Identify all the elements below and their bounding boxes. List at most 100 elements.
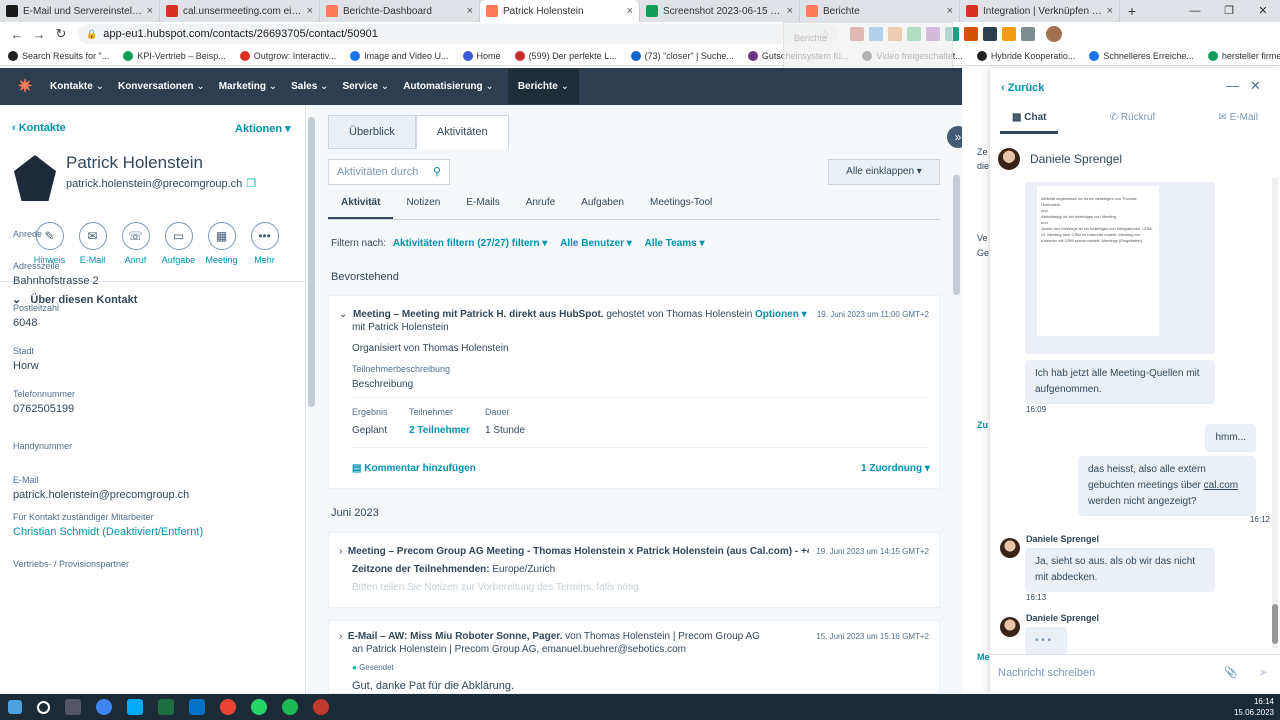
quick-action-email[interactable]: ✉ E-Mail	[71, 222, 114, 265]
filter-teams[interactable]: Alle Teams ▾	[645, 238, 705, 249]
close-icon[interactable]: ✕	[1250, 78, 1261, 94]
close-icon[interactable]: ✕	[1246, 0, 1280, 22]
filter-users[interactable]: Alle Benutzer ▾	[560, 238, 632, 249]
url-field[interactable]: 🔒 app-eu1.hubspot.com/contacts/26693705/…	[78, 24, 838, 44]
association-dropdown[interactable]: 1 Zuordnung ▾	[861, 462, 930, 476]
subtab[interactable]: Aufgaben	[568, 197, 637, 219]
field-value[interactable]: Bahnhofstrasse 2	[13, 275, 99, 287]
minimize-icon[interactable]: —	[1178, 0, 1212, 22]
tab-activities[interactable]: Aktivitäten	[415, 115, 509, 149]
bookmark-item[interactable]: (599) Der perfekte L...	[514, 50, 617, 61]
more-icon[interactable]: •••	[250, 222, 279, 250]
tab-close-icon[interactable]: ×	[467, 5, 473, 17]
chat-image-attachment[interactable]: Aktivität zugewiesen an ist ein beliebig…	[1025, 182, 1215, 354]
attachment-icon[interactable]: 📎	[1224, 666, 1238, 679]
tab-callback[interactable]: ✆ Rückruf	[1098, 112, 1168, 134]
nav-item-kontakte[interactable]: Kontakte ⌄	[50, 81, 104, 92]
actions-dropdown[interactable]: Aktionen ▾	[235, 122, 291, 135]
chrome-active-icon[interactable]	[220, 699, 236, 715]
chat-scrollbar[interactable]	[1272, 178, 1278, 648]
hubspot-logo-icon[interactable]: ✷	[0, 76, 50, 97]
search-icon[interactable]	[37, 700, 50, 714]
middle-scrollbar[interactable]	[951, 105, 962, 694]
bookmark-item[interactable]: hersteller firmen -...	[1207, 50, 1280, 61]
meeting-icon[interactable]: ▦	[207, 222, 236, 250]
puzzle-icon[interactable]	[1021, 27, 1035, 41]
bookmark-item[interactable]: Outgrow: Interactiv...	[239, 50, 336, 61]
whatsapp-icon[interactable]	[251, 699, 267, 715]
spotify-icon[interactable]	[282, 699, 298, 715]
nav-item-automatisierung[interactable]: Automatisierung ⌄	[403, 81, 494, 92]
browser-tab[interactable]: Screenshot 2023-06-15 at 16.08 ×	[640, 0, 800, 22]
tab-close-icon[interactable]: ×	[947, 5, 953, 17]
browser-tab[interactable]: Patrick Holenstein ×	[480, 0, 640, 22]
field-value[interactable]: Christian Schmidt (Deaktiviert/Entfernt)	[13, 526, 203, 538]
nav-item-berichte[interactable]: Berichte ⌄	[507, 69, 580, 104]
nav-item-marketing[interactable]: Marketing ⌄	[219, 81, 277, 92]
quick-action-task[interactable]: ▭ Aufgabe	[157, 222, 200, 265]
message-link[interactable]: cal.com	[1204, 480, 1238, 491]
browser-tab[interactable]: Berichte-Dashboard ×	[320, 0, 480, 22]
browser-tab[interactable]: E-Mail und Servereinstellungen ×	[0, 0, 160, 22]
search-icon[interactable]: ⚲	[433, 165, 441, 178]
profile-avatar[interactable]	[1046, 26, 1062, 42]
tab-close-icon[interactable]: ×	[147, 5, 153, 17]
browser-tab[interactable]: Berichte ×	[800, 0, 960, 22]
nav-item-konversationen[interactable]: Konversationen ⌄	[118, 81, 205, 92]
meeting-title-row[interactable]: › Meeting – Precom Group AG Meeting - Th…	[339, 545, 809, 559]
chat-back-link[interactable]: ‹ Zurück	[1001, 82, 1044, 94]
chevron-right-icon[interactable]: ›	[339, 631, 342, 642]
meeting-title-row[interactable]: ⌄ Meeting – Meeting mit Patrick H. direk…	[339, 308, 759, 322]
quick-action-more[interactable]: ••• Mehr	[243, 222, 286, 265]
bookmark-item[interactable]: KPI-Vertrieb – Beisp...	[123, 50, 226, 61]
options-dropdown[interactable]: Optionen ▾	[755, 308, 807, 322]
reload-icon[interactable]: ↻	[50, 26, 72, 42]
restore-icon[interactable]: ❐	[1212, 0, 1246, 22]
call-icon[interactable]: ☏	[121, 222, 150, 250]
extension-icon[interactable]	[983, 27, 997, 41]
tab-overview[interactable]: Überblick	[328, 115, 416, 149]
browser-tab[interactable]: cal.unsermeeting.com einrichten ×	[160, 0, 320, 22]
subtab[interactable]: Anrufe	[513, 197, 568, 219]
field-value[interactable]: 0762505199	[13, 403, 74, 415]
bookmark-item[interactable]: Home	[462, 50, 501, 61]
outlook-icon[interactable]	[189, 699, 205, 715]
left-scrollbar[interactable]	[307, 105, 316, 694]
nav-item-service[interactable]: Service ⌄	[342, 81, 389, 92]
tab-email[interactable]: ✉ E-Mail	[1206, 112, 1270, 134]
field-value[interactable]: patrick.holenstein@precomgroup.ch	[13, 489, 189, 501]
minimize-icon[interactable]: —	[1226, 78, 1239, 93]
chrome-icon[interactable]	[96, 699, 112, 715]
task-view-icon[interactable]	[65, 699, 81, 715]
tab-close-icon[interactable]: ×	[1107, 5, 1113, 17]
bookmark-item[interactable]: Search Results for "...	[8, 50, 109, 61]
participants-link[interactable]: 2 Teilnehmer	[409, 424, 470, 438]
add-comment-button[interactable]: ▤ Kommentar hinzufügen	[352, 462, 476, 476]
browser-tab[interactable]: Integration | Verknüpfen Sie Cal ×	[960, 0, 1120, 22]
tab-close-icon[interactable]: ×	[787, 5, 793, 17]
subtab[interactable]: E-Mails	[453, 197, 512, 219]
extension-icon[interactable]	[964, 27, 978, 41]
bookmark-item[interactable]: Image and Video U...	[350, 50, 449, 61]
field-value[interactable]: Horw	[13, 360, 39, 372]
subtab[interactable]: Notizen	[393, 197, 453, 219]
network-icon[interactable]	[127, 699, 143, 715]
field-value[interactable]: 6048	[13, 317, 37, 329]
copy-icon[interactable]: ❐	[246, 178, 256, 190]
windows-start-icon[interactable]	[8, 700, 22, 714]
system-clock[interactable]: 16:14 15.06.2023	[1234, 696, 1274, 718]
bookmark-item[interactable]: (73) "closer" | Suche...	[630, 50, 734, 61]
back-to-contacts-link[interactable]: ‹ Kontakte	[12, 122, 66, 134]
app-icon[interactable]	[313, 699, 329, 715]
collapse-all-button[interactable]: Alle einklappen ▾	[828, 159, 940, 185]
chat-message-input[interactable]: Nachricht schreiben 📎 ➤	[990, 654, 1280, 694]
quick-action-meeting[interactable]: ▦ Meeting	[200, 222, 243, 265]
bookmark-item[interactable]: Hybride Kooperatio...	[976, 50, 1075, 61]
extension-icon[interactable]	[1002, 27, 1016, 41]
forward-arrow-icon[interactable]: →	[28, 27, 50, 42]
quick-action-call[interactable]: ☏ Anruf	[114, 222, 157, 265]
filter-activities[interactable]: Aktivitäten filtern (27/27) filtern ▾	[393, 238, 548, 249]
subtab[interactable]: Meetings-Tool	[637, 197, 725, 219]
chevron-down-icon[interactable]: ⌄	[339, 309, 347, 320]
back-arrow-icon[interactable]: ←	[6, 27, 28, 42]
